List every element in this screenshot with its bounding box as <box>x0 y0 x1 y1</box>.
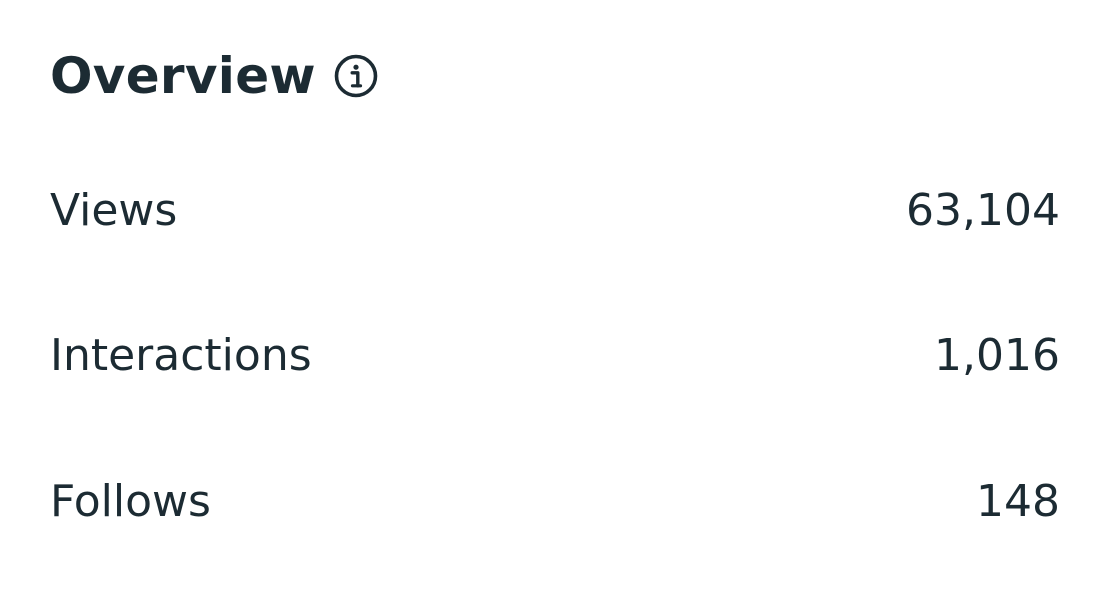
info-circle-icon <box>334 54 378 98</box>
overview-title: Overview <box>50 47 316 105</box>
overview-card: Overview Views 63,104 Interactions 1,016… <box>0 0 1104 589</box>
info-icon[interactable] <box>333 53 379 99</box>
metric-value-interactions: 1,016 <box>934 329 1060 381</box>
overview-header: Overview <box>50 44 379 108</box>
metric-label-follows: Follows <box>50 475 211 527</box>
metric-row-interactions: Interactions 1,016 <box>50 325 1060 385</box>
metric-label-interactions: Interactions <box>50 329 312 381</box>
metric-row-views: Views 63,104 <box>50 180 1060 240</box>
metric-label-views: Views <box>50 184 178 236</box>
metric-row-follows: Follows 148 <box>50 471 1060 531</box>
metric-value-follows: 148 <box>976 475 1060 527</box>
metric-value-views: 63,104 <box>906 184 1060 236</box>
